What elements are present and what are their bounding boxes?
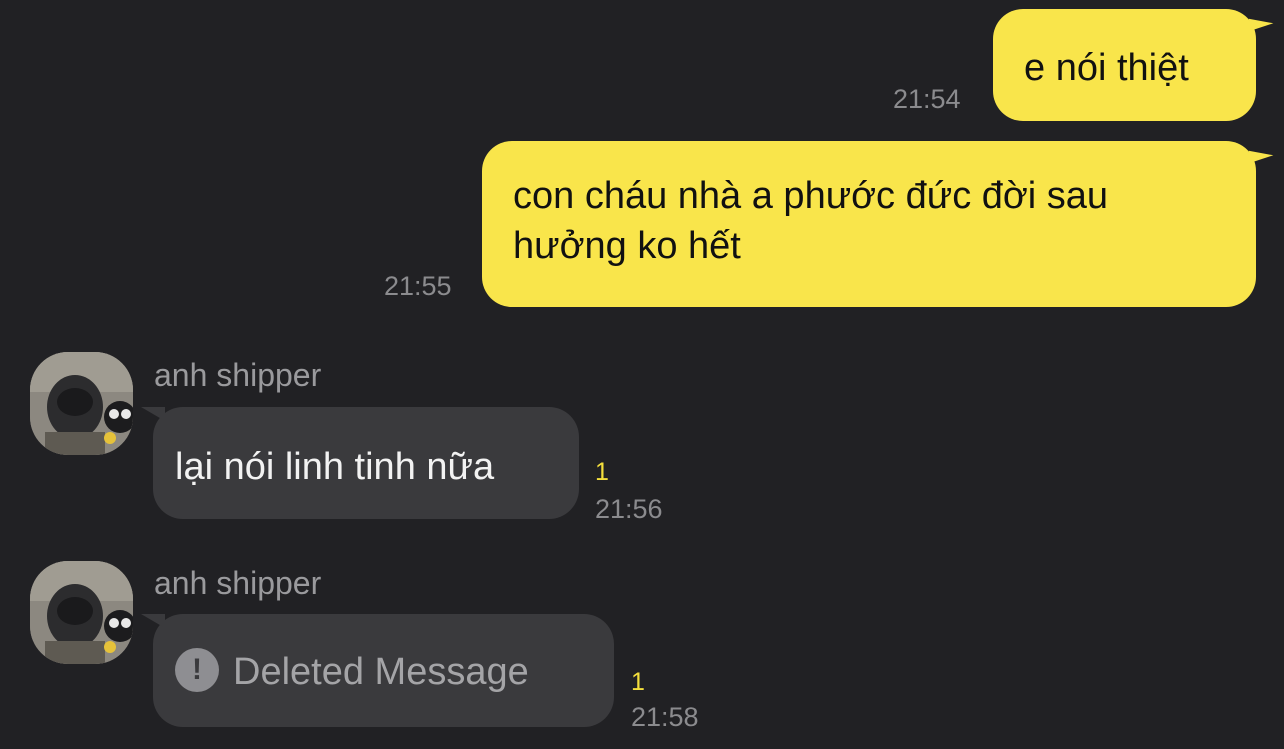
unread-count: 1 <box>595 458 609 486</box>
message-timestamp: 21:56 <box>595 494 663 524</box>
avatar-photo <box>30 352 133 455</box>
unread-count: 1 <box>631 668 645 696</box>
message-text: Deleted Message <box>233 651 529 693</box>
sender-name: anh shipper <box>154 565 322 601</box>
incoming-message-bubble[interactable]: lại nói linh tinh nữa <box>141 407 579 519</box>
avatar[interactable] <box>30 561 133 664</box>
bubble-tail <box>1248 11 1274 31</box>
deleted-message-bubble[interactable]: ! Deleted Message <box>141 614 614 727</box>
message-text: e nói thiệt <box>1024 47 1189 89</box>
outgoing-message-bubble[interactable]: e nói thiệt <box>993 9 1274 121</box>
bubble-tail <box>1248 143 1274 163</box>
message-timestamp: 21:55 <box>384 271 452 301</box>
outgoing-message-bubble[interactable]: con cháu nhà a phước đức đời sau hưởng k… <box>482 141 1274 307</box>
message-timestamp: 21:54 <box>893 84 961 114</box>
message-text: lại nói linh tinh nữa <box>175 446 495 488</box>
exclamation-icon: ! <box>175 647 219 692</box>
message-text-line: con cháu nhà a phước đức đời sau <box>513 175 1109 217</box>
avatar[interactable] <box>30 352 133 455</box>
sender-name: anh shipper <box>154 357 322 393</box>
avatar-photo <box>30 561 133 664</box>
message-text-line: hưởng ko hết <box>513 225 741 267</box>
bubble-tail <box>141 407 165 421</box>
bubble-tail <box>141 614 165 628</box>
message-timestamp: 21:58 <box>631 702 699 732</box>
